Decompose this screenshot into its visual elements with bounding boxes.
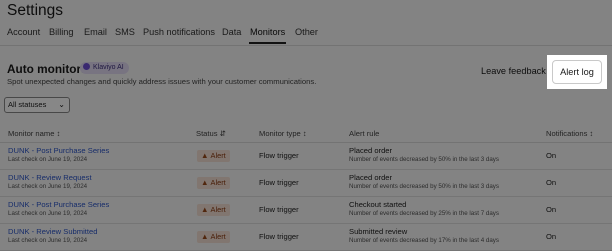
last-check-text: Last check on June 19, 2024 — [8, 183, 88, 190]
status-badge: ▲ Alert — [197, 150, 230, 162]
table-row[interactable]: DUNK - Post Purchase Series Last check o… — [0, 143, 612, 170]
status-badge: ▲ Alert — [197, 177, 230, 189]
alert-rule-detail: Number of events decreased by 25% in the… — [349, 210, 499, 217]
alert-rule: Checkout started — [349, 200, 407, 209]
header-monitor-type[interactable]: Monitor type ↕ — [259, 129, 307, 138]
tab-billing[interactable]: Billing — [49, 27, 74, 37]
tab-email[interactable]: Email — [84, 27, 107, 37]
header-alert-rule: Alert rule — [349, 129, 380, 138]
monitor-type: Flow trigger — [259, 151, 299, 160]
sort-icon: ↕ — [589, 129, 594, 138]
monitor-name-link[interactable]: DUNK - Post Purchase Series — [8, 146, 109, 155]
tab-push-notifications[interactable]: Push notifications — [143, 27, 215, 37]
ai-badge: Klaviyo AI — [80, 62, 129, 74]
sort-icon: ↕ — [302, 129, 307, 138]
notifications-value: On — [546, 178, 557, 187]
last-check-text: Last check on June 19, 2024 — [8, 237, 88, 244]
section-subtitle: Spot unexpected changes and quickly addr… — [7, 77, 317, 86]
leave-feedback-button[interactable]: Leave feedback — [481, 66, 546, 76]
alert-rule: Submitted review — [349, 227, 408, 236]
status-filter-select[interactable]: All statuses ⌄ — [4, 97, 70, 113]
page-title: Settings — [7, 2, 64, 19]
alert-rule: Placed order — [349, 173, 393, 182]
last-check-text: Last check on June 19, 2024 — [8, 210, 88, 217]
notifications-value: On — [546, 205, 557, 214]
monitor-name-link[interactable]: DUNK - Review Submitted — [8, 227, 97, 236]
alert-log-button[interactable]: Alert log — [552, 60, 602, 84]
tab-data[interactable]: Data — [222, 27, 241, 37]
table-row[interactable]: DUNK - Review Submitted Last check on Ju… — [0, 224, 612, 251]
tab-sms[interactable]: SMS — [115, 27, 135, 37]
warning-triangle-icon: ▲ — [201, 178, 209, 187]
chevron-down-icon: ⌄ — [58, 100, 65, 109]
monitor-type: Flow trigger — [259, 232, 299, 241]
notifications-value: On — [546, 232, 557, 241]
status-badge: ▲ Alert — [197, 204, 230, 216]
tab-monitors[interactable]: Monitors — [248, 27, 287, 44]
table-row[interactable]: DUNK - Review Request Last check on June… — [0, 170, 612, 197]
tab-other[interactable]: Other — [295, 27, 318, 37]
alert-rule-detail: Number of events decreased by 50% in the… — [349, 156, 499, 163]
status-filter-value: All statuses — [8, 100, 47, 109]
alert-rule-detail: Number of events decreased by 17% in the… — [349, 237, 499, 244]
warning-triangle-icon: ▲ — [201, 232, 209, 241]
settings-page: Settings Account Billing Email SMS Push … — [0, 0, 612, 251]
status-badge: ▲ Alert — [197, 231, 230, 243]
sort-descending-icon: ⇵ — [219, 129, 227, 138]
table-row[interactable]: DUNK - Post Purchase Series Last check o… — [0, 197, 612, 224]
sparkle-icon — [83, 63, 90, 70]
monitor-type: Flow trigger — [259, 178, 299, 187]
header-notifications[interactable]: Notifications ↕ — [546, 129, 593, 138]
warning-triangle-icon: ▲ — [201, 151, 209, 160]
alert-rule-detail: Number of events decreased by 50% in the… — [349, 183, 499, 190]
header-status[interactable]: Status ⇵ — [196, 129, 226, 138]
table-header: Monitor name ↕ Status ⇵ Monitor type ↕ A… — [0, 124, 612, 143]
settings-tabs: Account Billing Email SMS Push notificat… — [0, 23, 612, 46]
monitor-name-link[interactable]: DUNK - Review Request — [8, 173, 92, 182]
sort-icon: ↕ — [56, 129, 61, 138]
header-monitor-name[interactable]: Monitor name ↕ — [8, 129, 60, 138]
last-check-text: Last check on June 19, 2024 — [8, 156, 88, 163]
tab-account[interactable]: Account — [7, 27, 40, 37]
notifications-value: On — [546, 151, 557, 160]
warning-triangle-icon: ▲ — [201, 205, 209, 214]
alert-rule: Placed order — [349, 146, 393, 155]
ai-badge-label: Klaviyo AI — [93, 64, 124, 71]
monitor-type: Flow trigger — [259, 205, 299, 214]
section-title: Auto monitors — [7, 62, 88, 76]
monitor-name-link[interactable]: DUNK - Post Purchase Series — [8, 200, 109, 209]
